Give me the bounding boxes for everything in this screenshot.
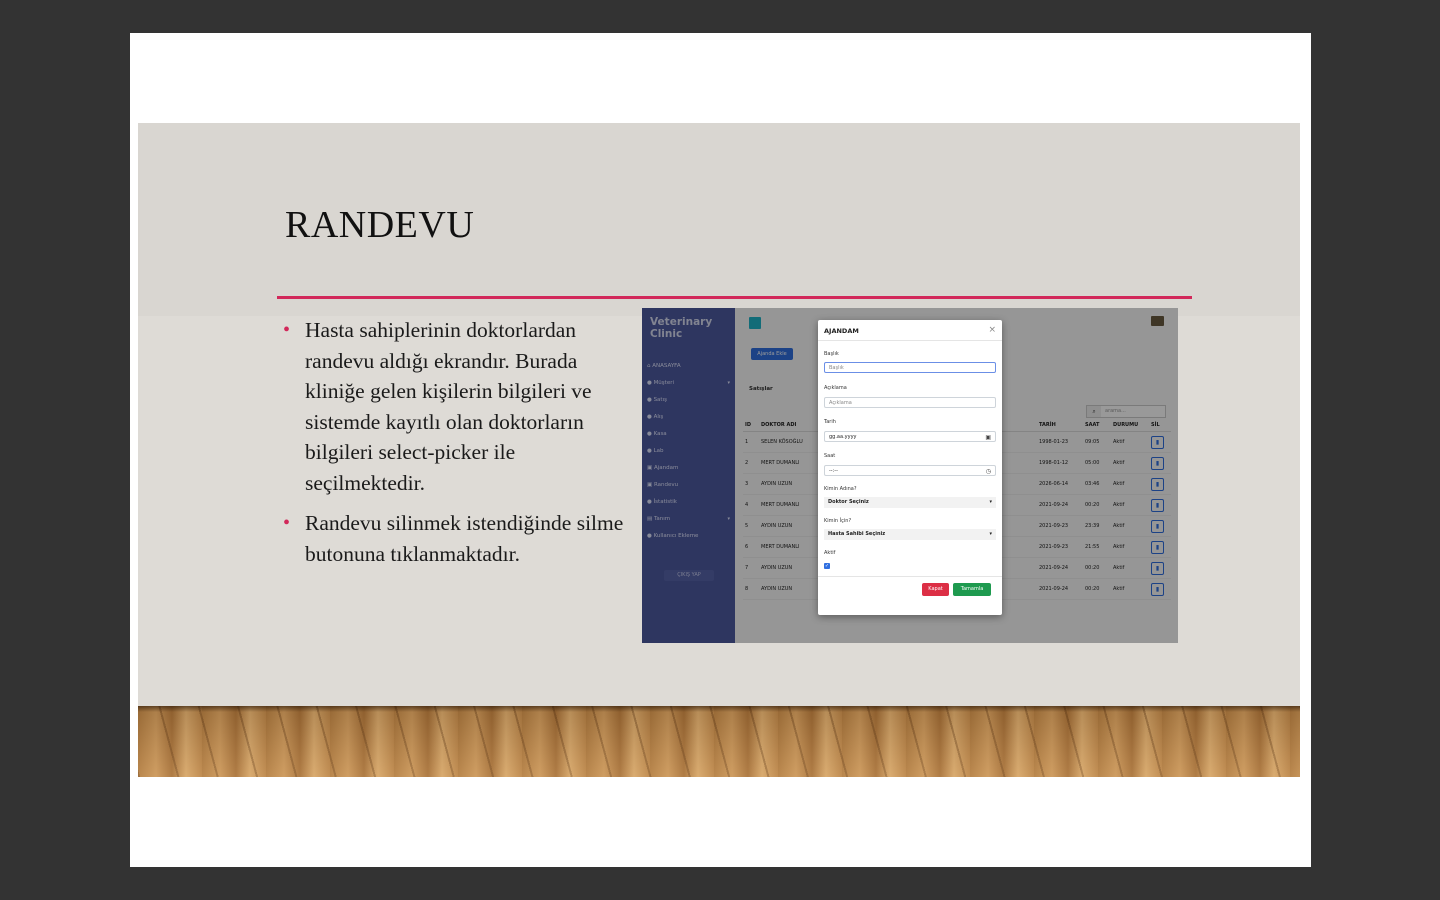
bullet-item: • Hasta sahiplerinin doktorlardan randevu…: [283, 315, 638, 498]
app-screenshot: Veterinary Clinic ⌂ ANASAYFA ● Müşteri ▾…: [642, 308, 1178, 643]
aktif-label: Aktif: [824, 550, 836, 556]
modal-footer-divider: [818, 576, 1002, 577]
kimin-icin-label: Kimin İçin?: [824, 518, 852, 524]
slide-title: RANDEVU: [285, 204, 475, 246]
calendar-icon[interactable]: ▣: [985, 432, 991, 443]
time-input[interactable]: --:-- ◷: [824, 465, 996, 476]
bullet-item: • Randevu silinmek istendiğinde silme but…: [283, 508, 638, 569]
close-button[interactable]: Kapat: [922, 583, 949, 596]
close-icon[interactable]: ×: [988, 325, 996, 335]
modal-title: AJANDAM: [824, 327, 859, 335]
saat-label: Saat: [824, 453, 836, 459]
kimin-adina-label: Kimin Adına?: [824, 486, 857, 492]
presentation-slide: RANDEVU • Hasta sahiplerinin doktorlardan…: [138, 123, 1300, 777]
owner-select[interactable]: Hasta Sahibi Seçiniz ▾: [824, 529, 996, 540]
bullet-dot-icon: •: [283, 512, 291, 534]
title-divider: [277, 296, 1192, 299]
date-input[interactable]: gg.aa.yyyy ▣: [824, 431, 996, 442]
aciklama-label: Açıklama: [824, 385, 847, 391]
bullet-text: Randevu silinmek istendiğinde silme buto…: [305, 511, 624, 566]
modal-divider: [818, 340, 1002, 341]
bullet-text: Hasta sahiplerinin doktorlardan randevu …: [305, 318, 592, 495]
doctor-select[interactable]: Doktor Seçiniz ▾: [824, 497, 996, 508]
chevron-down-icon: ▾: [989, 499, 992, 505]
bullet-dot-icon: •: [283, 319, 291, 341]
baslik-input[interactable]: Başlık: [824, 362, 996, 373]
floor-shade: [138, 706, 1300, 777]
chevron-down-icon: ▾: [989, 531, 992, 537]
clock-icon[interactable]: ◷: [986, 466, 991, 477]
bullet-list: • Hasta sahiplerinin doktorlardan randevu…: [283, 315, 638, 579]
complete-button[interactable]: Tamamla: [953, 583, 991, 596]
agenda-modal: AJANDAM × Başlık Başlık Açıklama Açıklam…: [818, 320, 1002, 615]
aciklama-input[interactable]: Açıklama: [824, 397, 996, 408]
tarih-label: Tarih: [824, 419, 836, 425]
baslik-label: Başlık: [824, 351, 839, 357]
aktif-checkbox[interactable]: ✓: [824, 563, 830, 569]
